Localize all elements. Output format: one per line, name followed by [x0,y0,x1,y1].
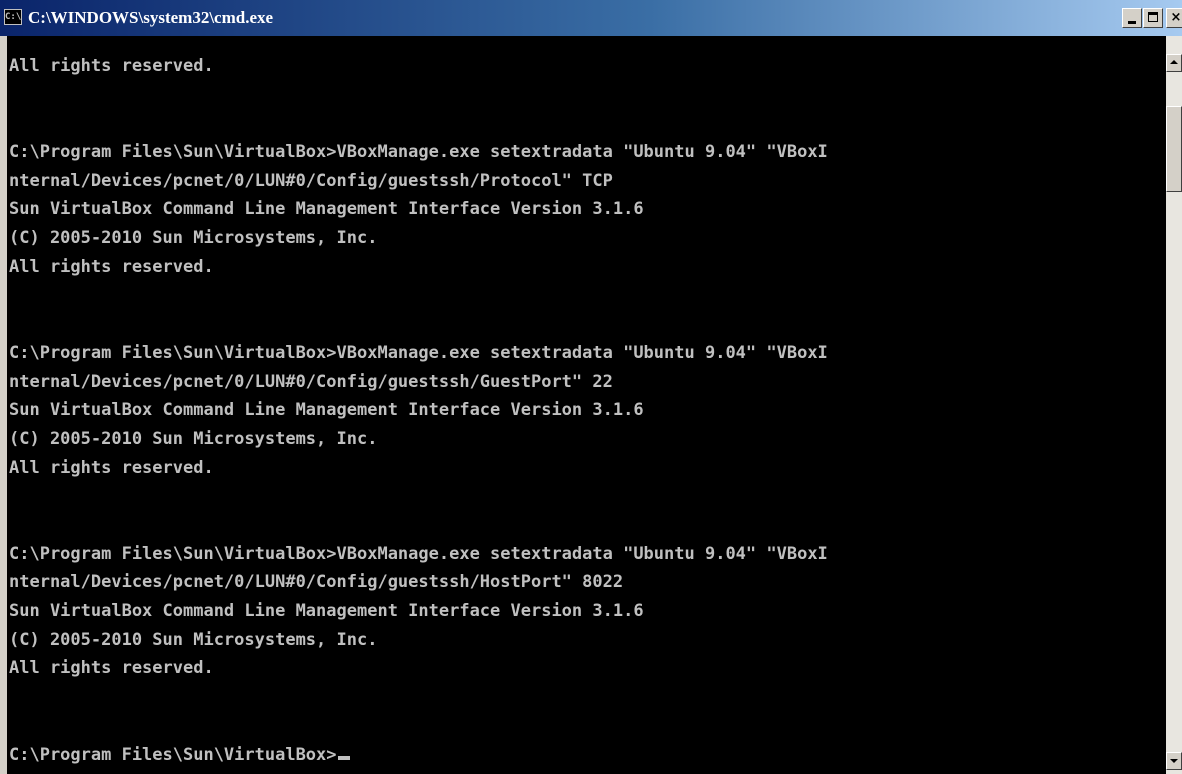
close-icon: × [1170,10,1182,25]
arrow-down-icon [1170,759,1178,763]
console-line: Sun VirtualBox Command Line Management I… [9,601,644,622]
console-line: (C) 2005-2010 Sun Microsystems, Inc. [9,228,378,249]
console-line: All rights reserved. [9,56,214,76]
console-line: Sun VirtualBox Command Line Management I… [9,400,644,421]
text-cursor [337,755,350,760]
console-line: nternal/Devices/pcnet/0/LUN#0/Config/gue… [9,572,624,593]
scrollbar-thumb[interactable] [1166,106,1182,192]
console-line: C:\Program Files\Sun\VirtualBox>VBoxMana… [9,543,828,564]
scroll-down-button[interactable] [1166,752,1182,770]
arrow-up-icon [1170,60,1178,64]
title-bar[interactable]: C:\ C:\WINDOWS\system32\cmd.exe × [0,0,1182,36]
console-line: All rights reserved. [9,457,214,478]
console-line: C:\Program Files\Sun\VirtualBox>VBoxMana… [9,142,828,163]
minimize-icon [1128,21,1136,24]
minimize-button[interactable] [1122,8,1142,28]
scroll-up-button[interactable] [1166,54,1182,72]
console-line: nternal/Devices/pcnet/0/LUN#0/Config/gue… [9,371,613,392]
console-line: C:\Program Files\Sun\VirtualBox> [9,741,1166,770]
console-line: All rights reserved. [9,658,214,679]
cmd-icon[interactable]: C:\ [4,9,22,25]
console-lines: All rights reserved. C:\Program Files\Sun… [7,36,1166,769]
maximize-button[interactable] [1143,8,1163,28]
close-button[interactable]: × [1166,8,1182,28]
maximize-icon [1148,12,1158,22]
console-line: Sun VirtualBox Command Line Management I… [9,199,644,220]
console-line: nternal/Devices/pcnet/0/LUN#0/Config/gue… [9,170,613,191]
console-line: All rights reserved. [9,256,214,277]
console-line: (C) 2005-2010 Sun Microsystems, Inc. [9,428,378,449]
console-line: C:\Program Files\Sun\VirtualBox>VBoxMana… [9,342,828,363]
vertical-scrollbar[interactable] [1166,36,1182,774]
window-title: C:\WINDOWS\system32\cmd.exe [28,8,274,27]
console-line: (C) 2005-2010 Sun Microsystems, Inc. [9,629,378,650]
cmd-window: C:\ C:\WINDOWS\system32\cmd.exe × All ri… [0,0,1182,774]
console-output[interactable]: All rights reserved. C:\Program Files\Sun… [7,36,1166,774]
